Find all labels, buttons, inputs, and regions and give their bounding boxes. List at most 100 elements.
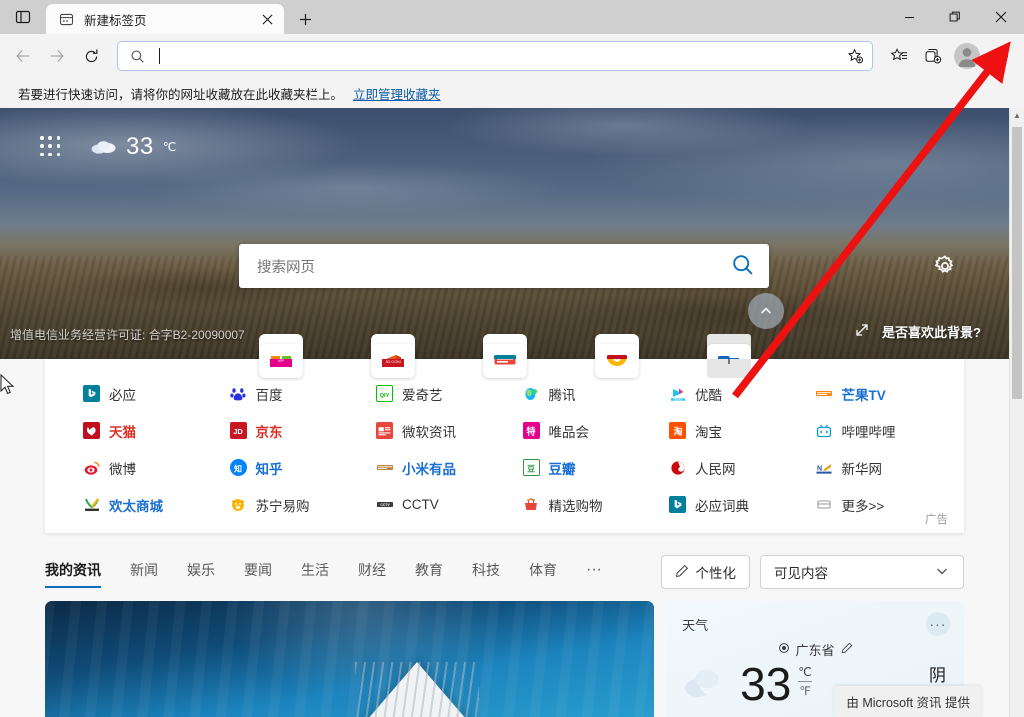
quick-link[interactable]: JD京东 — [212, 412, 359, 449]
quick-link[interactable]: 豆豆瓣 — [505, 449, 652, 486]
weather-card-unit-c: ℃ — [798, 665, 811, 682]
shortcut-tile[interactable]: 必应搜索 — [449, 344, 561, 359]
quick-link[interactable]: CCTVCCTV — [358, 486, 505, 523]
personalize-button[interactable]: 个性化 — [661, 555, 751, 589]
quick-link-label: 腾讯 — [549, 384, 576, 404]
browser-tab[interactable]: 新建标签页 — [46, 4, 284, 34]
shortcut-tile[interactable]: Outlook邮箱 — [673, 344, 785, 359]
collections-icon[interactable] — [916, 39, 950, 73]
quick-links-grid: 必应 百度 QIY爱奇艺 腾讯 YOUKU 优酷 芒果TV 天猫 JD京东 微软资… — [45, 375, 964, 523]
xinhua-icon: N — [816, 459, 833, 476]
hero-collapse-button[interactable] — [748, 293, 784, 329]
ads-label: 广告 — [925, 511, 948, 527]
quick-link-label: 优酷 — [695, 384, 722, 404]
hero-search-box[interactable]: 搜索网页 — [239, 244, 769, 288]
quick-link[interactable]: 特唯品会 — [505, 412, 652, 449]
manage-favorites-link[interactable]: 立即管理收藏夹 — [353, 84, 441, 103]
avatar — [954, 43, 980, 69]
shortcut-tile[interactable]: 天猫 — [561, 344, 673, 359]
quick-link[interactable]: 苏宁易购 — [212, 486, 359, 523]
quick-link[interactable]: 欢太商城 — [65, 486, 212, 523]
hero-weather-widget[interactable]: 33 ℃ — [90, 133, 176, 161]
visibility-dropdown[interactable]: 可见内容 — [760, 555, 964, 589]
shortcut-tile[interactable]: yii\base\Error... — [225, 344, 337, 359]
news-tab-sports[interactable]: 体育 — [529, 556, 557, 588]
quick-link[interactable]: 精选购物 — [505, 486, 652, 523]
quick-link[interactable]: 更多>> — [798, 486, 945, 523]
add-favorite-star-icon[interactable] — [842, 43, 868, 69]
tab-close-icon[interactable] — [256, 8, 278, 30]
quick-link-label: 天猫 — [109, 421, 136, 441]
address-bar[interactable] — [117, 41, 873, 71]
provider-badge: 由 Microsoft 资讯 提供 — [834, 686, 982, 717]
page-scrollbar[interactable]: ▲ — [1009, 108, 1024, 717]
quick-link[interactable]: 小米有品 — [358, 449, 505, 486]
gear-icon[interactable] — [933, 254, 957, 278]
xiaomi-youpin-icon — [376, 459, 393, 476]
weather-card-more-button[interactable]: ··· — [926, 612, 950, 636]
weather-card-condition: 阴 — [902, 661, 946, 686]
news-tab-my[interactable]: 我的资讯 — [45, 556, 101, 588]
scrollbar-up-arrow[interactable]: ▲ — [1010, 108, 1024, 123]
quick-link[interactable]: 淘淘宝 — [651, 412, 798, 449]
back-button[interactable] — [6, 39, 40, 73]
expand-arrow-icon[interactable] — [854, 322, 870, 341]
news-hero-article[interactable] — [45, 601, 654, 717]
news-tab-headlines[interactable]: 要闻 — [244, 556, 272, 588]
svg-text:知: 知 — [234, 463, 242, 473]
profile-avatar-icon[interactable] — [950, 39, 984, 73]
restore-button[interactable] — [932, 0, 978, 34]
apps-grid-icon[interactable] — [40, 136, 62, 158]
search-icon[interactable] — [731, 253, 755, 280]
scrollbar-thumb[interactable] — [1012, 127, 1022, 399]
news-tabs-more-button[interactable]: ··· — [586, 557, 602, 587]
new-tab-button[interactable] — [290, 5, 320, 33]
quick-link-label: 芒果TV — [842, 384, 886, 404]
address-input[interactable] — [160, 49, 842, 64]
quick-link[interactable]: N新华网 — [798, 449, 945, 486]
quick-link[interactable]: 知知乎 — [212, 449, 359, 486]
news-tab-education[interactable]: 教育 — [415, 556, 443, 588]
news-tab-tech[interactable]: 科技 — [472, 556, 500, 588]
search-icon — [130, 49, 148, 64]
settings-and-more-button[interactable] — [984, 39, 1018, 73]
suning-icon — [230, 496, 247, 513]
news-tab-finance[interactable]: 财经 — [358, 556, 386, 588]
mangotv-icon — [816, 385, 833, 402]
quick-link[interactable]: 芒果TV — [798, 375, 945, 412]
quick-link[interactable]: 哔哩哔哩 — [798, 412, 945, 449]
quick-link[interactable]: 天猫 — [65, 412, 212, 449]
quick-link-label: 哔哩哔哩 — [842, 421, 896, 441]
refresh-button[interactable] — [74, 39, 108, 73]
svg-text:N: N — [817, 465, 822, 472]
outlook-icon — [707, 344, 751, 359]
quick-link[interactable]: QIY爱奇艺 — [358, 375, 505, 412]
close-button[interactable] — [978, 0, 1024, 34]
minimize-button[interactable] — [886, 0, 932, 34]
favorites-list-icon[interactable] — [882, 39, 916, 73]
quick-link[interactable]: 百度 — [212, 375, 359, 412]
quick-link[interactable]: 人民网 — [651, 449, 798, 486]
quick-link[interactable]: 必应词典 — [651, 486, 798, 523]
news-tab-news[interactable]: 新闻 — [130, 556, 158, 588]
shortcut-tile[interactable]: Office — [337, 344, 449, 359]
quick-link[interactable]: 微软资讯 — [358, 412, 505, 449]
people-icon — [669, 459, 686, 476]
quick-link[interactable]: 腾讯 — [505, 375, 652, 412]
forward-button[interactable] — [40, 39, 74, 73]
more-icon — [816, 496, 833, 513]
pencil-icon[interactable] — [841, 642, 853, 657]
svg-text:YOUKU: YOUKU — [673, 397, 682, 401]
quick-link[interactable]: YOUKU 优酷 — [651, 375, 798, 412]
weather-card-location[interactable]: 广东省 — [682, 640, 948, 659]
quick-link-label: 精选购物 — [549, 495, 603, 515]
background-feedback[interactable]: 是否喜欢此背景? — [854, 322, 981, 341]
news-tab-entertainment[interactable]: 娱乐 — [187, 556, 215, 588]
news-tab-life[interactable]: 生活 — [301, 556, 329, 588]
quick-link[interactable]: 微博 — [65, 449, 212, 486]
tab-search-icon[interactable] — [9, 4, 37, 30]
weather-card-units[interactable]: ℃ ℉ — [798, 665, 811, 698]
svg-text:特: 特 — [526, 425, 535, 436]
quick-link-label: 微软资讯 — [402, 421, 456, 441]
quick-link[interactable]: 必应 — [65, 375, 212, 412]
